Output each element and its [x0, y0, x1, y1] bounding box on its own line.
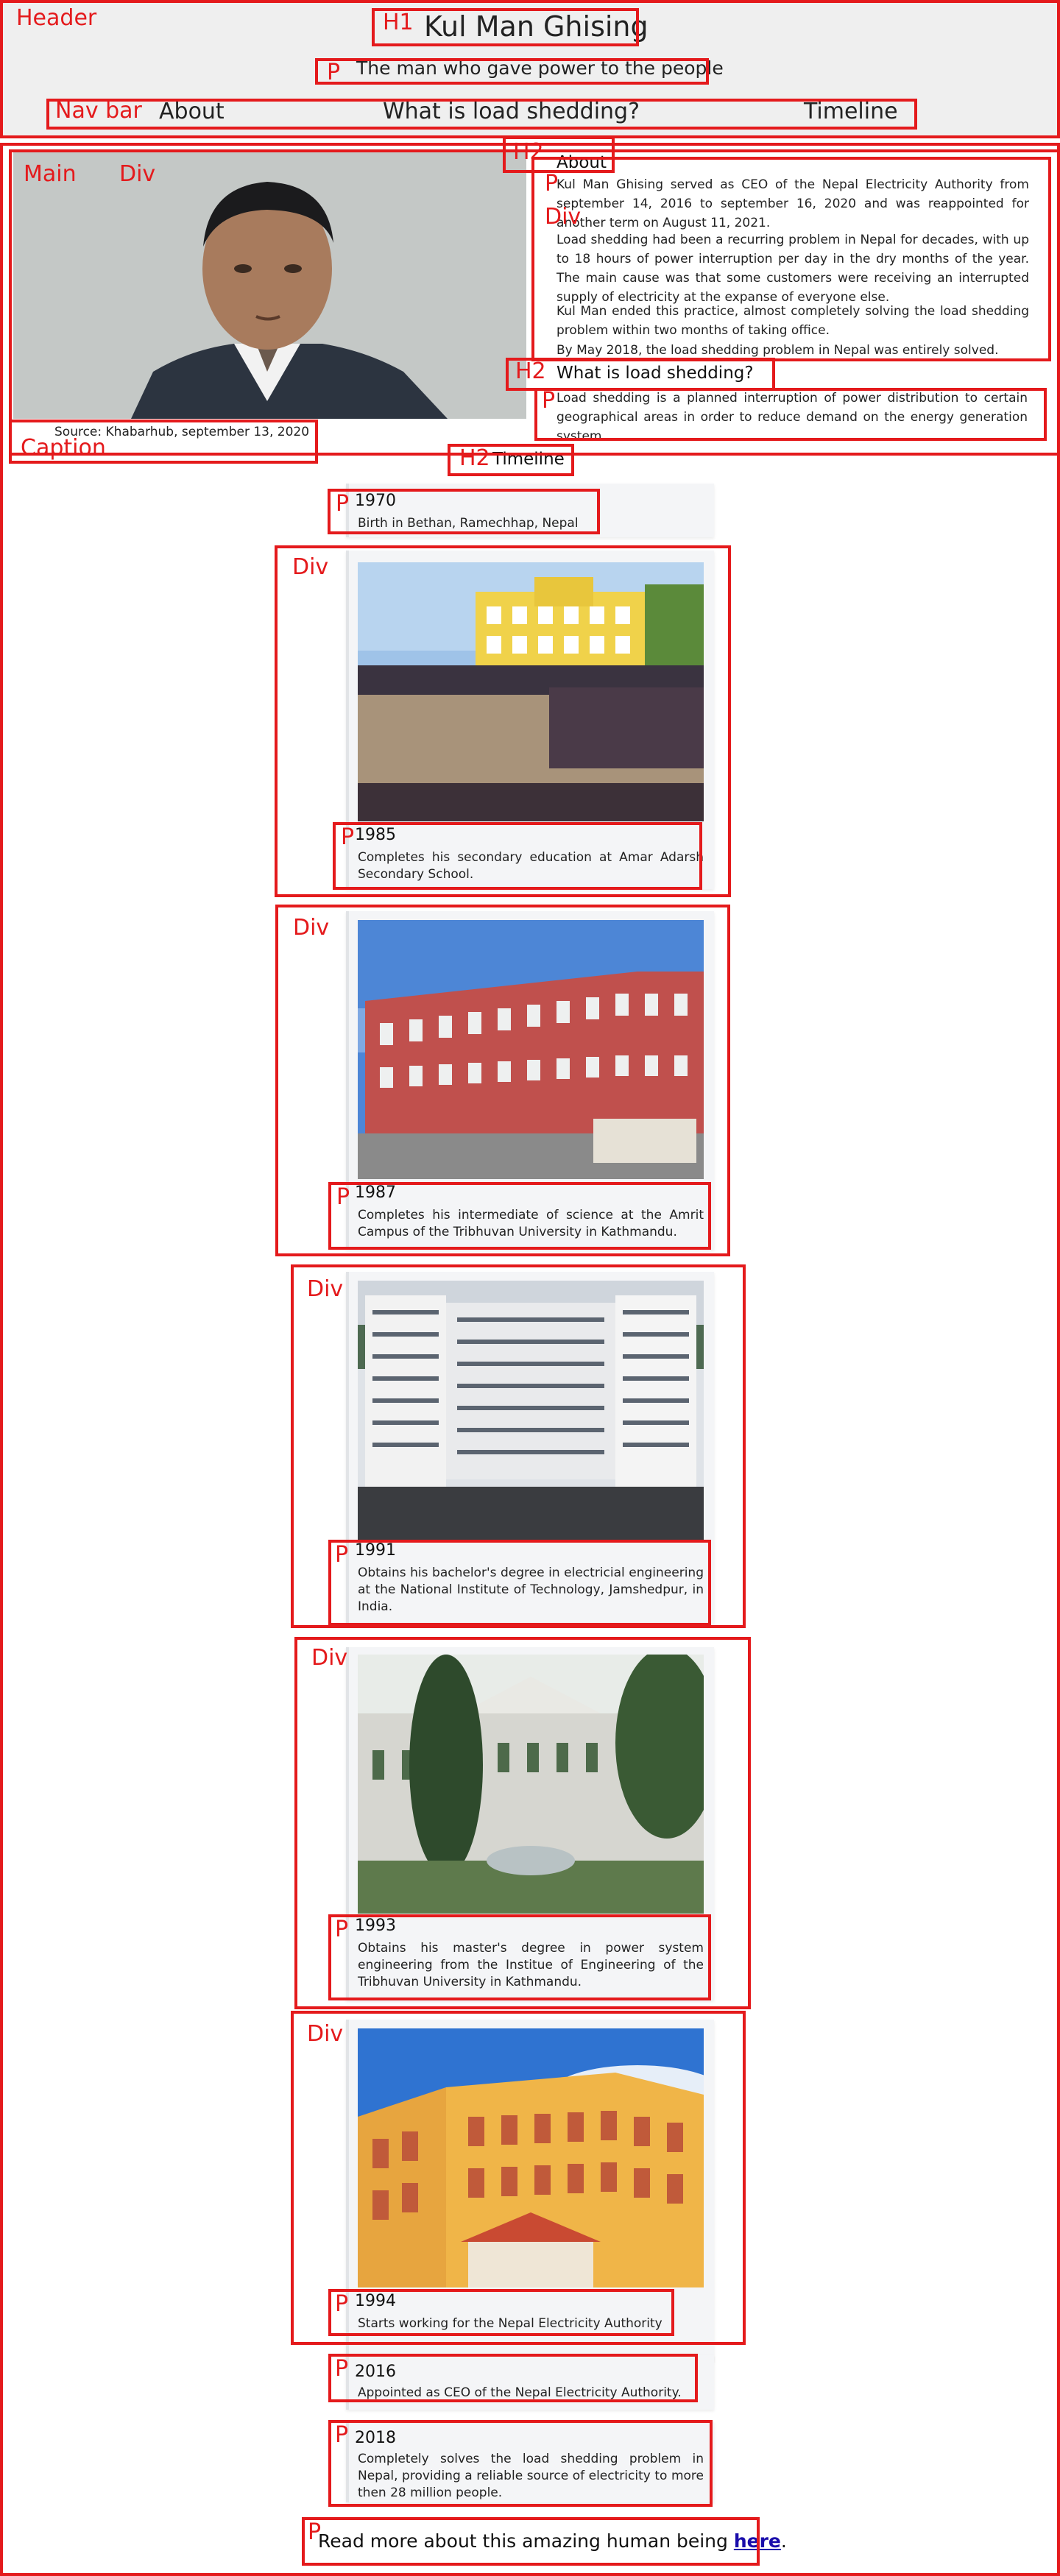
annotation-label-p: P	[336, 491, 350, 517]
annotation-label-div: Div	[292, 554, 329, 580]
annotation-label-h1: H1	[383, 10, 414, 35]
annotation-label-p: P	[308, 2519, 322, 2545]
annotation-box-nav	[46, 99, 917, 130]
annotation-label-p: P	[336, 1184, 350, 1210]
annotation-label-h2: H2	[459, 445, 490, 471]
annotation-box-p-1985	[333, 822, 702, 890]
annotation-label-nav: Nav bar	[55, 98, 142, 124]
annotation-label-div: Div	[311, 1645, 348, 1671]
annotation-label-div: Div	[119, 161, 156, 187]
annotation-box-p-1994	[328, 2289, 674, 2336]
annotation-box-p-1993	[328, 1914, 711, 2000]
annotation-box-about-div	[531, 157, 1051, 361]
annotation-label-p: P	[335, 2356, 349, 2382]
annotation-label-caption: Caption	[21, 435, 106, 461]
annotation-box-p-1987	[328, 1182, 711, 1250]
annotation-label-div: Div	[545, 204, 582, 230]
annotation-box-p-2018	[328, 2420, 713, 2507]
annotation-box-p-load	[534, 388, 1047, 441]
annotation-box-p-1970	[328, 489, 600, 534]
annotation-label-p: P	[335, 2291, 349, 2317]
annotation-label-div: Div	[307, 2021, 344, 2047]
annotation-label-p: P	[335, 1917, 349, 1942]
annotation-label-p: P	[545, 171, 559, 197]
annotation-label-p: P	[341, 824, 355, 850]
annotation-box-p-1991	[328, 1540, 711, 1626]
annotation-label-div: Div	[293, 915, 330, 941]
annotation-box-h2-load	[506, 358, 775, 391]
annotation-label-h2: H2	[515, 358, 546, 384]
annotation-label-p: P	[542, 388, 556, 414]
annotation-label-p: P	[335, 2422, 349, 2448]
annotation-label-header: Header	[16, 5, 97, 31]
annotation-label-div: Div	[307, 1276, 344, 1302]
annotation-label-p: P	[327, 60, 341, 85]
annotation-label-p: P	[335, 1542, 349, 1568]
annotation-box-p-readmore	[302, 2517, 760, 2566]
annotation-box-p-tagline	[315, 58, 709, 85]
annotation-box-p-2016	[328, 2354, 698, 2402]
